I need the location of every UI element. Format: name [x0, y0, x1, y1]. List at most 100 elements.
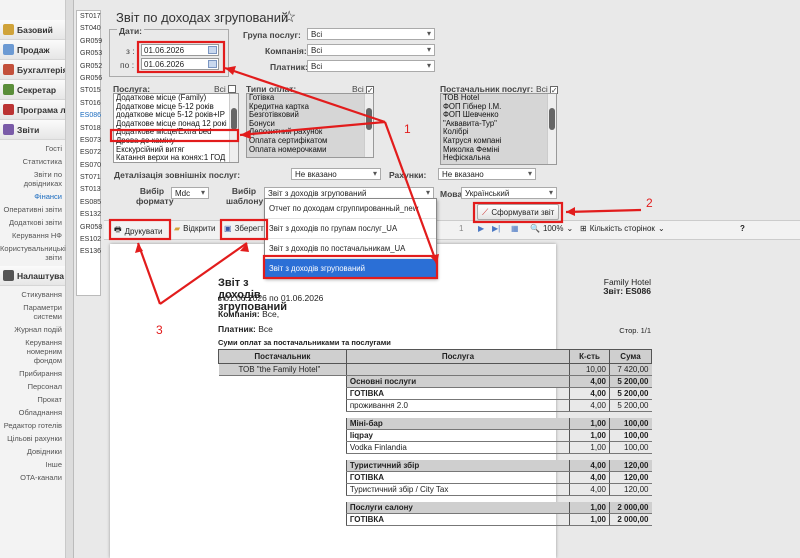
nav-collapse-strip[interactable] — [66, 0, 74, 558]
company-value: Всі — [311, 46, 323, 55]
report-code-item[interactable]: ES073 — [77, 135, 101, 147]
language-select[interactable]: Український — [461, 187, 557, 199]
scrollbar[interactable] — [364, 94, 373, 157]
scrollbar[interactable] — [229, 94, 238, 162]
generate-report-button[interactable]: ⟋ Сформувати звіт — [477, 204, 560, 220]
report-payer: Платник: Все — [218, 324, 273, 334]
report-code-item[interactable]: ST016 — [77, 98, 101, 110]
nav-section-0[interactable]: Базовий — [0, 20, 65, 40]
report-code-item[interactable]: ST013 — [77, 184, 101, 196]
nav-section-label: Продаж — [17, 44, 50, 55]
report-code-item[interactable]: GR058 — [77, 222, 102, 234]
pay-types-listbox[interactable]: Готівка Кредитна картка Безготівковий Бонус… — [246, 93, 374, 158]
nav-section-4[interactable]: Програма л — [0, 100, 65, 120]
report-code-item[interactable]: ES102 — [77, 234, 101, 246]
nav-section-3[interactable]: Секретар — [0, 80, 65, 100]
scrollbar[interactable] — [547, 94, 556, 164]
page-count-select[interactable]: ⊞ Кількість сторінок ⌄ — [580, 224, 665, 233]
nav-report-item[interactable]: Звіти по довідниках — [0, 170, 65, 188]
report-code-item[interactable]: ES072 — [77, 147, 101, 159]
nav-section-label: Бухгалтерія — [17, 64, 65, 75]
open-button[interactable]: ▰ Відкрити — [174, 224, 216, 233]
report-code-item[interactable]: ES086 — [77, 110, 101, 122]
listbox-option[interactable]: Оплата номерочками — [247, 145, 373, 155]
nav-report-item[interactable]: Додаткові звіти — [0, 218, 65, 227]
next-page-icon[interactable]: ▶ — [478, 224, 484, 233]
report-code-item[interactable]: GR053 — [77, 48, 102, 60]
nav-settings-item[interactable]: Керування номерним фондом — [0, 338, 65, 365]
template-option[interactable]: Звіт з доходів по постачальникам_UA — [265, 239, 436, 259]
table-cell: 1,00 — [569, 441, 610, 454]
services-all-checkbox[interactable] — [227, 85, 236, 93]
report-code-item[interactable]: GR059 — [77, 36, 102, 48]
nav-settings-item[interactable]: Редактор готелів — [0, 421, 65, 430]
template-option[interactable]: Отчет по доходам сгруппированный_new — [265, 199, 436, 219]
suppliers-listbox[interactable]: ТОВ Hotel ФОП Гібнер І.М. ФОП Шевченко "Акв… — [440, 93, 557, 165]
date-to-input[interactable]: 01.06.2026 — [141, 58, 219, 70]
help-button[interactable]: ? — [740, 224, 745, 233]
report-code-item[interactable]: ES085 — [77, 197, 101, 209]
calendar-icon[interactable] — [208, 46, 217, 54]
listbox-option[interactable]: Нефіскальна — [441, 154, 556, 163]
payer-select[interactable]: Всі — [307, 60, 435, 72]
last-page-icon[interactable]: ▶| — [492, 224, 500, 233]
calendar-icon[interactable] — [208, 60, 217, 68]
service-group-select[interactable]: Всі — [307, 28, 435, 40]
report-code-item[interactable]: ST040 — [77, 23, 101, 35]
nav-settings-item[interactable]: Параметри системи — [0, 303, 65, 321]
date-to-label: по : — [120, 60, 135, 70]
report-code-item[interactable]: GR052 — [77, 61, 102, 73]
table-cell: liqpay — [345, 429, 570, 442]
zoom-select[interactable]: 🔍 100% ⌄ — [530, 224, 573, 233]
report-code-item[interactable]: GR056 — [77, 73, 102, 85]
report-code-item[interactable]: ST015 — [77, 85, 101, 97]
nav-report-item[interactable]: Гості — [0, 144, 65, 153]
report-code-item[interactable]: ST018 — [77, 123, 101, 135]
template-option[interactable]: Звіт з доходів по групам послуг_UA — [265, 219, 436, 239]
date-from-input[interactable]: 01.06.2026 — [141, 44, 219, 56]
nav-report-item[interactable]: Оперативні звіти — [0, 205, 65, 214]
nav-settings-item[interactable]: Стикування — [0, 290, 65, 299]
template-option[interactable]: Звіт з доходів згрупований — [265, 259, 436, 279]
format-value: Mdc — [175, 189, 191, 198]
detail-select[interactable]: Не вказано — [291, 168, 381, 180]
nav-report-item[interactable]: Керування НФ — [0, 231, 65, 240]
company-select[interactable]: Всі — [307, 44, 435, 56]
accounts-select[interactable]: Не вказано — [438, 168, 536, 180]
nav-settings-item[interactable]: Довідники — [0, 447, 65, 456]
page-number-value: 1 — [459, 224, 464, 233]
nav-settings-item[interactable]: Журнал подій — [0, 325, 65, 334]
nav-settings-item[interactable]: Цільові рахунки — [0, 434, 65, 443]
table-cell — [345, 363, 570, 376]
page-number[interactable]: 1 — [459, 224, 463, 233]
nav-report-item[interactable]: Статистика — [0, 157, 65, 166]
report-code-item[interactable]: ES132 — [77, 209, 101, 221]
report-code-item[interactable]: ES136 — [77, 246, 101, 258]
report-code-item[interactable]: ST071 — [77, 172, 101, 184]
nav-settings-item[interactable]: Інше — [0, 460, 65, 469]
column-header: Постачальник — [218, 349, 347, 364]
nav-section-2[interactable]: Бухгалтерія — [0, 60, 65, 80]
report-code-item[interactable]: ES070 — [77, 160, 101, 172]
report-code-item[interactable]: ST017 — [77, 11, 101, 23]
view-icon[interactable]: ▦ — [511, 224, 519, 233]
nav-settings-item[interactable]: Персонал — [0, 382, 65, 391]
save-button[interactable]: ▣ Зберегти — [224, 224, 268, 233]
table-row: liqpay 1,00 100,00 — [219, 429, 652, 442]
favorite-star-icon[interactable]: ☆ — [282, 7, 296, 27]
nav-section-settings[interactable]: Налаштува — [0, 266, 65, 286]
nav-report-item[interactable]: Користувальницькі звіти — [0, 244, 66, 262]
nav-top-space — [0, 0, 65, 20]
listbox-option[interactable]: Катання верхи на конях:1 ГОД — [114, 154, 238, 162]
services-listbox[interactable]: Додаткове місце (Family) Додаткове місце … — [113, 93, 239, 163]
nav-settings-item[interactable]: Обладнання — [0, 408, 65, 417]
nav-report-item[interactable]: Фінанси — [0, 192, 65, 201]
nav-settings-item[interactable]: OTA-канали — [0, 473, 65, 482]
format-select[interactable]: Mdc — [171, 187, 209, 199]
table-cell: 4,00 — [569, 399, 610, 412]
nav-settings-item[interactable]: Прокат — [0, 395, 65, 404]
nav-settings-item[interactable]: Прибирання — [0, 369, 65, 378]
print-button[interactable]: 🖶 Друкувати — [114, 224, 163, 238]
nav-section-1[interactable]: Продаж — [0, 40, 65, 60]
nav-section-5[interactable]: Звіти — [0, 120, 65, 140]
